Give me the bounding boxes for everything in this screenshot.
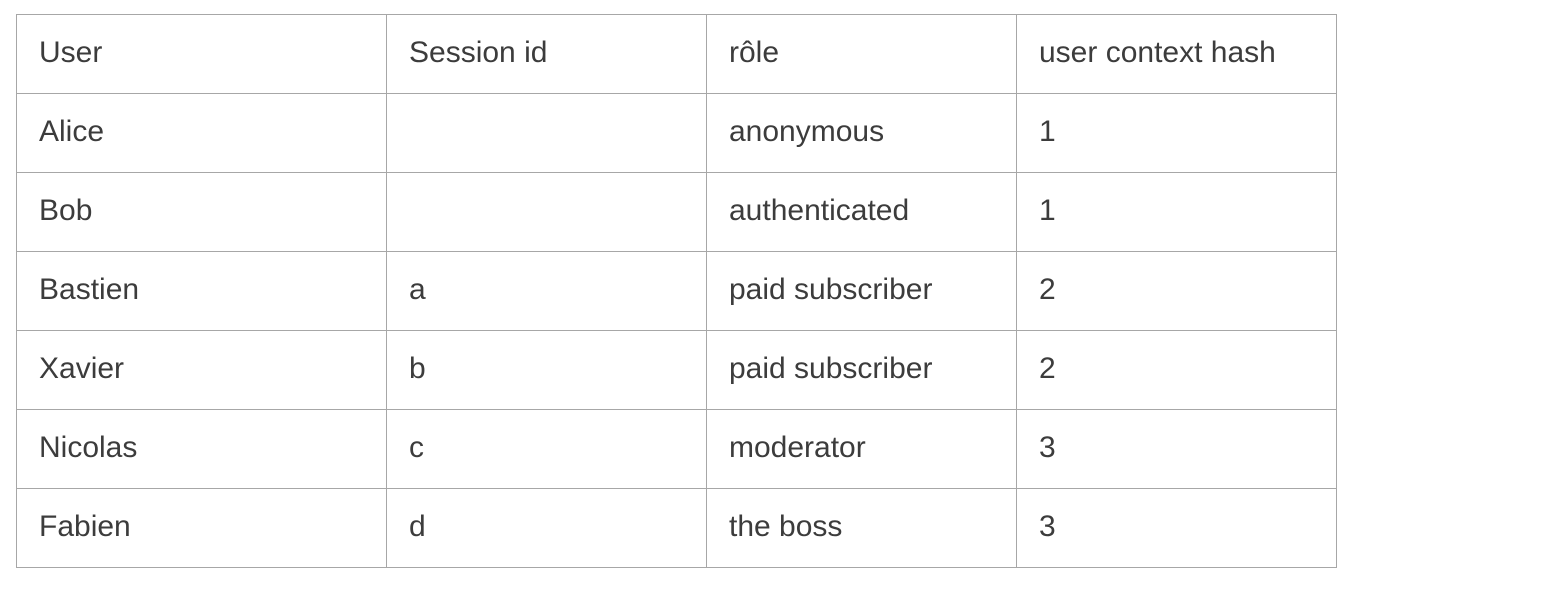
cell-session-id: a xyxy=(387,252,707,331)
table-row: Nicolas c moderator 3 xyxy=(17,410,1337,489)
cell-user: Bob xyxy=(17,173,387,252)
cell-role: moderator xyxy=(707,410,1017,489)
cell-user: Nicolas xyxy=(17,410,387,489)
cell-role: anonymous xyxy=(707,94,1017,173)
table-row: Xavier b paid subscriber 2 xyxy=(17,331,1337,410)
cell-session-id: c xyxy=(387,410,707,489)
cell-hash: 3 xyxy=(1017,410,1337,489)
users-table: User Session id rôle user context hash A… xyxy=(16,14,1337,568)
cell-user: Xavier xyxy=(17,331,387,410)
table-row: Bob authenticated 1 xyxy=(17,173,1337,252)
cell-role: paid subscriber xyxy=(707,252,1017,331)
cell-role: the boss xyxy=(707,489,1017,568)
cell-hash: 2 xyxy=(1017,252,1337,331)
table-row: Alice anonymous 1 xyxy=(17,94,1337,173)
cell-user: Fabien xyxy=(17,489,387,568)
col-header-session-id: Session id xyxy=(387,15,707,94)
col-header-role: rôle xyxy=(707,15,1017,94)
cell-session-id xyxy=(387,94,707,173)
table-row: Bastien a paid subscriber 2 xyxy=(17,252,1337,331)
cell-role: paid subscriber xyxy=(707,331,1017,410)
table-row: Fabien d the boss 3 xyxy=(17,489,1337,568)
cell-hash: 1 xyxy=(1017,173,1337,252)
cell-role: authenticated xyxy=(707,173,1017,252)
col-header-user: User xyxy=(17,15,387,94)
cell-hash: 3 xyxy=(1017,489,1337,568)
cell-user: Alice xyxy=(17,94,387,173)
cell-hash: 1 xyxy=(1017,94,1337,173)
cell-session-id: d xyxy=(387,489,707,568)
cell-session-id: b xyxy=(387,331,707,410)
col-header-hash: user context hash xyxy=(1017,15,1337,94)
cell-user: Bastien xyxy=(17,252,387,331)
table-header-row: User Session id rôle user context hash xyxy=(17,15,1337,94)
table-container: User Session id rôle user context hash A… xyxy=(0,0,1541,582)
cell-session-id xyxy=(387,173,707,252)
cell-hash: 2 xyxy=(1017,331,1337,410)
